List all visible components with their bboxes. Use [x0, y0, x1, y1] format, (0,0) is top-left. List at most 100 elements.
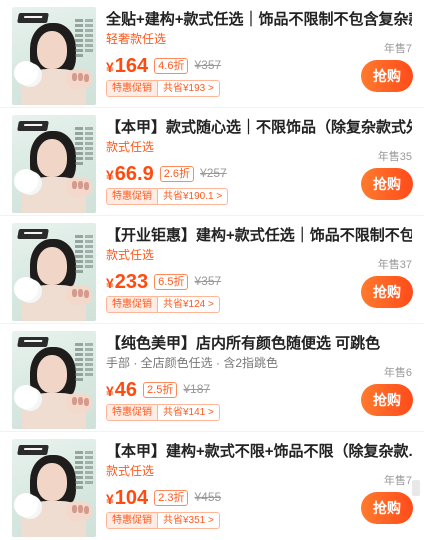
promo-tag: 特惠促销	[106, 512, 158, 529]
price-row: ¥ 164 4.6折 ¥357	[106, 55, 221, 77]
promo-tags[interactable]: 特惠促销 共省¥141 >	[106, 404, 220, 421]
currency-symbol: ¥	[106, 59, 114, 75]
thumbnail-model-face	[37, 31, 67, 69]
thumbnail-model-face	[37, 463, 67, 501]
sold-count: 年售7	[383, 43, 412, 55]
sold-count: 年售6	[383, 367, 412, 379]
original-price: ¥357	[194, 58, 222, 72]
product-thumbnail[interactable]	[12, 223, 96, 321]
original-price: ¥187	[183, 382, 211, 396]
buy-button[interactable]: 抢购	[361, 492, 413, 524]
original-price: ¥257	[200, 166, 227, 180]
thumbnail-hands	[66, 285, 92, 305]
buy-button[interactable]: 抢购	[361, 168, 413, 200]
price-row: ¥ 66.9 2.6折 ¥257	[106, 163, 227, 185]
product-thumbnail[interactable]	[12, 7, 96, 105]
thumbnail-nails	[72, 73, 77, 81]
list-item[interactable]: 【开业钜惠】建构+款式任选｜饰品不限制不包... 款式任选 年售37 ¥ 233…	[0, 216, 424, 324]
promo-tag: 特惠促销	[106, 296, 158, 313]
buy-button[interactable]: 抢购	[361, 276, 413, 308]
promo-tags[interactable]: 特惠促销 共省¥193 >	[106, 80, 220, 97]
product-title[interactable]: 【开业钜惠】建构+款式任选｜饰品不限制不包...	[106, 225, 412, 247]
thumbnail-caption	[85, 343, 93, 377]
product-title[interactable]: 全贴+建构+款式任选｜饰品不限制不包含复杂款	[106, 9, 412, 31]
sale-price: 46	[114, 379, 138, 401]
buy-button[interactable]: 抢购	[361, 60, 413, 92]
promo-tag: 特惠促销	[106, 404, 158, 421]
thumbnail-caption	[75, 343, 83, 383]
product-title[interactable]: 【本甲】款式随心选｜不限饰品（除复杂款式外）	[106, 117, 412, 139]
list-item[interactable]: 全贴+建构+款式任选｜饰品不限制不包含复杂款 轻奢款任选 年售7 ¥ 164 4…	[0, 0, 424, 108]
product-title[interactable]: 【纯色美甲】店内所有颜色随便选 可跳色	[106, 333, 412, 355]
product-subtitle: 款式任选	[106, 140, 155, 154]
sold-count: 年售35	[377, 151, 412, 163]
thumbnail-flower	[14, 493, 38, 517]
savings-tag[interactable]: 共省¥141 >	[158, 404, 220, 421]
savings-tag[interactable]: 共省¥351 >	[158, 512, 220, 529]
thumbnail-flower	[14, 61, 38, 85]
discount-badge: 2.5折	[143, 382, 178, 398]
thumbnail-logo	[17, 121, 49, 131]
thumbnail-caption	[75, 127, 83, 167]
discount-badge: 4.6折	[154, 58, 189, 74]
thumbnail-nails	[72, 397, 77, 405]
product-subtitle: 手部 · 全店颜色任选 · 含2指跳色	[106, 356, 279, 370]
buy-button[interactable]: 抢购	[361, 384, 413, 416]
list-item[interactable]: 【本甲】建构+款式不限+饰品不限（除复杂款... 款式任选 年售7 ¥ 104 …	[0, 432, 424, 540]
sale-price: 66.9	[114, 163, 154, 185]
promo-tags[interactable]: 特惠促销 共省¥124 >	[106, 296, 220, 313]
thumbnail-nails	[72, 505, 77, 513]
product-thumbnail[interactable]	[12, 115, 96, 213]
product-subtitle: 轻奢款任选	[106, 32, 167, 46]
discount-badge: 2.6折	[159, 166, 195, 182]
sold-count: 年售7	[383, 475, 412, 487]
thumbnail-caption	[85, 19, 93, 53]
sold-count: 年售37	[377, 259, 412, 271]
price-row: ¥ 104 2.3折 ¥455	[106, 487, 221, 509]
thumbnail-model-face	[37, 355, 67, 393]
list-item[interactable]: 【纯色美甲】店内所有颜色随便选 可跳色 手部 · 全店颜色任选 · 含2指跳色 …	[0, 324, 424, 432]
savings-tag[interactable]: 共省¥124 >	[158, 296, 220, 313]
thumbnail-nails	[72, 289, 77, 297]
product-thumbnail[interactable]	[12, 331, 96, 429]
thumbnail-caption	[85, 127, 93, 161]
thumbnail-flower	[14, 277, 38, 301]
discount-badge: 2.3折	[154, 490, 189, 506]
currency-symbol: ¥	[106, 167, 114, 183]
product-title[interactable]: 【本甲】建构+款式不限+饰品不限（除复杂款...	[106, 441, 412, 463]
thumbnail-flower	[14, 169, 38, 193]
thumbnail-hands	[66, 177, 92, 197]
sale-price: 104	[114, 487, 149, 509]
price-row: ¥ 46 2.5折 ¥187	[106, 379, 210, 401]
product-list: 全贴+建构+款式任选｜饰品不限制不包含复杂款 轻奢款任选 年售7 ¥ 164 4…	[0, 0, 424, 540]
currency-symbol: ¥	[106, 491, 114, 507]
promo-tags[interactable]: 特惠促销 共省¥351 >	[106, 512, 220, 529]
thumbnail-hands	[66, 69, 92, 89]
currency-symbol: ¥	[106, 383, 114, 399]
thumbnail-caption	[75, 451, 83, 491]
thumbnail-logo	[17, 13, 49, 23]
original-price: ¥357	[194, 274, 222, 288]
scrollbar-thumb[interactable]	[412, 480, 420, 496]
thumbnail-logo	[17, 229, 49, 239]
thumbnail-hands	[66, 393, 92, 413]
sale-price: 233	[114, 271, 149, 293]
product-subtitle: 款式任选	[106, 248, 155, 262]
thumbnail-caption	[85, 235, 93, 269]
product-subtitle: 款式任选	[106, 464, 155, 478]
thumbnail-caption	[75, 19, 83, 59]
savings-tag[interactable]: 共省¥193 >	[158, 80, 220, 97]
list-item[interactable]: 【本甲】款式随心选｜不限饰品（除复杂款式外） 款式任选 年售35 ¥ 66.9 …	[0, 108, 424, 216]
original-price: ¥455	[194, 490, 222, 504]
thumbnail-logo	[17, 445, 49, 455]
discount-badge: 6.5折	[154, 274, 189, 290]
thumbnail-flower	[14, 385, 38, 409]
thumbnail-model-face	[37, 247, 67, 285]
thumbnail-model-face	[37, 139, 67, 177]
savings-tag[interactable]: 共省¥190.1 >	[158, 188, 229, 205]
promo-tag: 特惠促销	[106, 80, 158, 97]
currency-symbol: ¥	[106, 275, 114, 291]
promo-tags[interactable]: 特惠促销 共省¥190.1 >	[106, 188, 229, 205]
product-thumbnail[interactable]	[12, 439, 96, 537]
price-row: ¥ 233 6.5折 ¥357	[106, 271, 221, 293]
